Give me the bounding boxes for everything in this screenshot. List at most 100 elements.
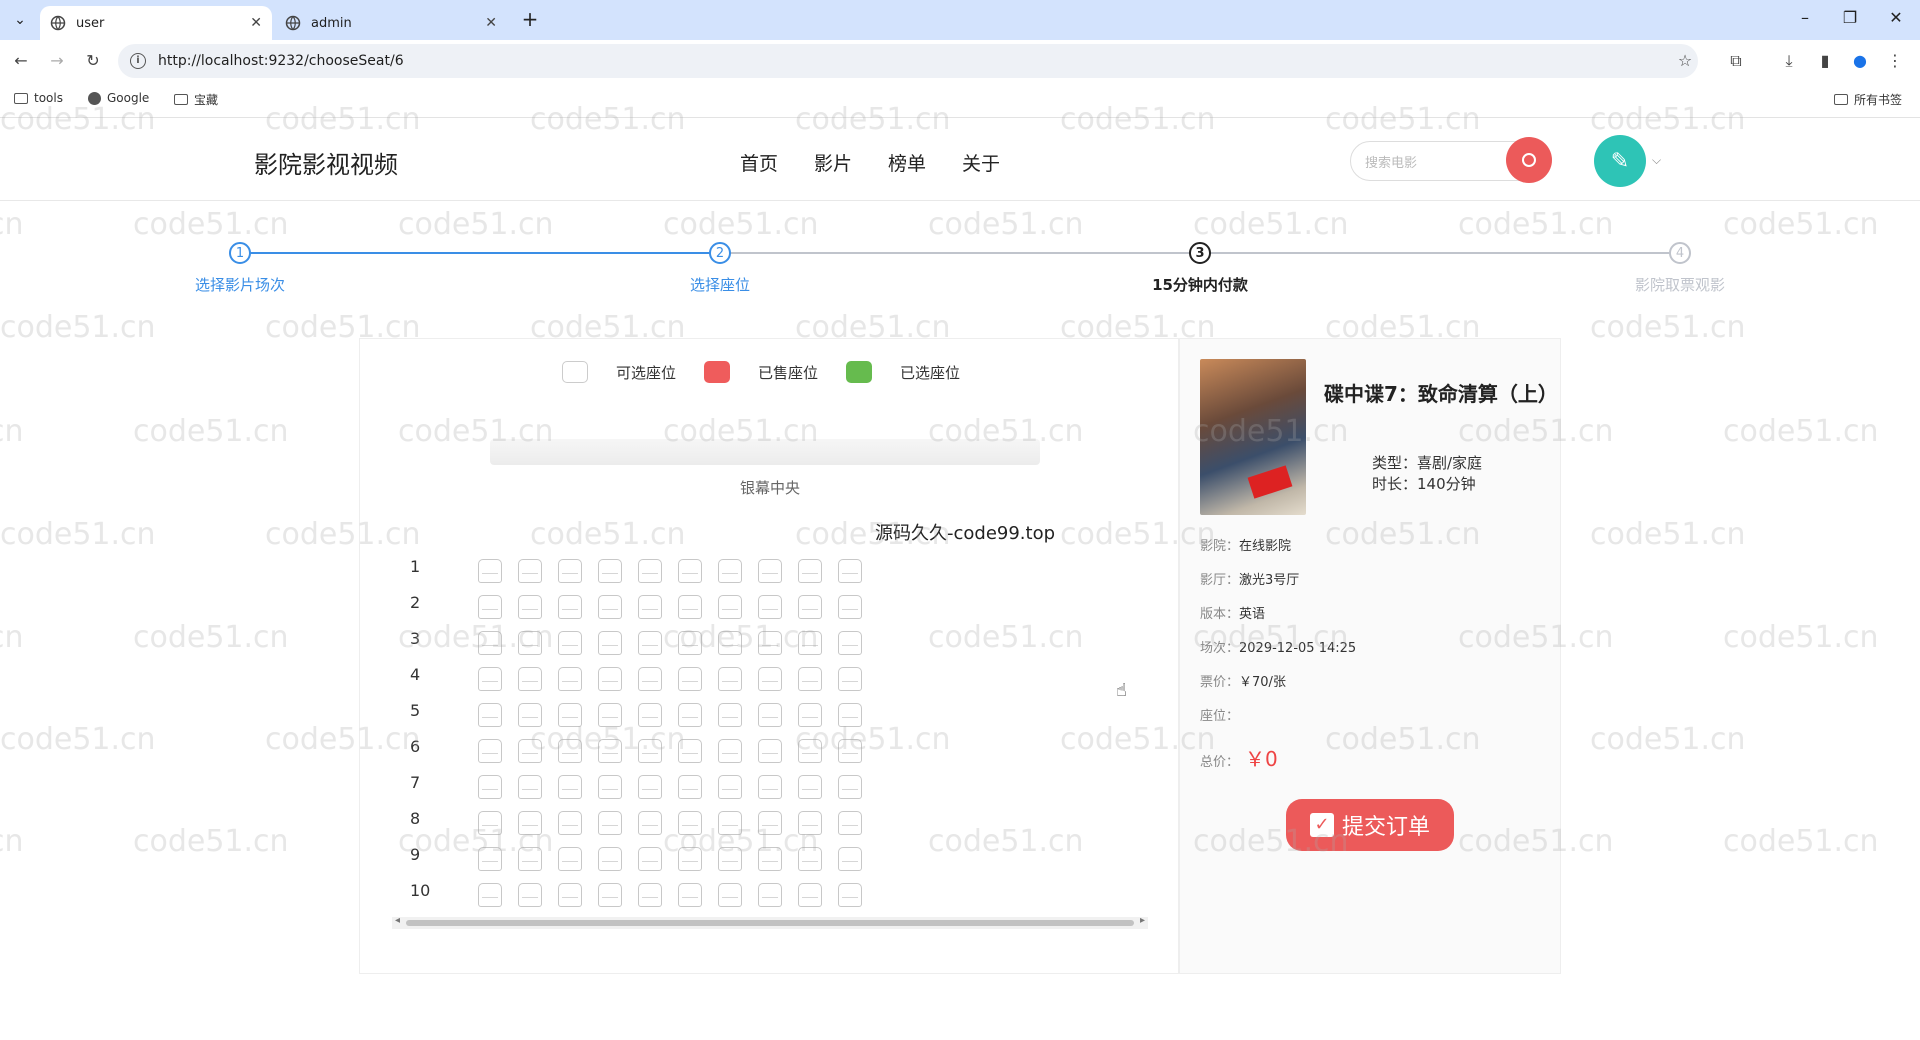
bookmark-google[interactable]: Google [88,91,149,105]
nav-ranking[interactable]: 榜单 [888,149,926,176]
seat-icon[interactable] [518,559,542,583]
seat-icon[interactable] [758,667,782,691]
seat-icon[interactable] [718,775,742,799]
seat-icon[interactable] [718,631,742,655]
seat-icon[interactable] [478,703,502,727]
submit-order-button[interactable]: ✓ 提交订单 [1286,799,1454,851]
seat-icon[interactable] [598,595,622,619]
seat-icon[interactable] [758,775,782,799]
seat-icon[interactable] [518,811,542,835]
seat-icon[interactable] [638,631,662,655]
seat-icon[interactable] [518,595,542,619]
seat-icon[interactable] [638,559,662,583]
seat-icon[interactable] [598,811,622,835]
seat-icon[interactable] [798,595,822,619]
seat-icon[interactable] [758,559,782,583]
address-bar[interactable]: i http://localhost:9232/chooseSeat/6 [118,44,1698,78]
seat-icon[interactable] [558,631,582,655]
seat-icon[interactable] [518,847,542,871]
seat-icon[interactable] [798,775,822,799]
seat-icon[interactable] [518,667,542,691]
seat-icon[interactable] [478,847,502,871]
new-tab-icon[interactable]: + [518,8,542,32]
seat-icon[interactable] [838,667,862,691]
scroll-right-icon[interactable]: ▸ [1140,915,1145,926]
seat-icon[interactable] [598,739,622,763]
seat-icon[interactable] [518,631,542,655]
seat-icon[interactable] [598,775,622,799]
seat-icon[interactable] [478,631,502,655]
seat-icon[interactable] [718,739,742,763]
seat-icon[interactable] [838,595,862,619]
download-icon[interactable]: ⤓ [1778,50,1800,72]
seat-icon[interactable] [558,775,582,799]
seat-icon[interactable] [478,883,502,907]
tab-admin[interactable]: admin ✕ [275,6,507,40]
seat-icon[interactable] [598,883,622,907]
seat-icon[interactable] [638,847,662,871]
bookmark-treasure[interactable]: 宝藏 [174,91,218,108]
seat-icon[interactable] [678,631,702,655]
seat-icon[interactable] [838,883,862,907]
seat-icon[interactable] [718,883,742,907]
seat-icon[interactable] [558,595,582,619]
nav-movies[interactable]: 影片 [814,149,852,176]
seat-icon[interactable] [678,775,702,799]
seat-icon[interactable] [558,811,582,835]
menu-kebab-icon[interactable]: ⋮ [1884,50,1906,72]
seat-icon[interactable] [838,847,862,871]
seat-icon[interactable] [798,883,822,907]
extensions-icon[interactable]: ⧉ [1725,50,1747,72]
seat-icon[interactable] [518,883,542,907]
seat-icon[interactable] [798,847,822,871]
seat-icon[interactable] [678,883,702,907]
seat-icon[interactable] [598,847,622,871]
seat-icon[interactable] [678,595,702,619]
seat-icon[interactable] [758,703,782,727]
profile-icon[interactable]: ● [1849,50,1871,72]
seat-icon[interactable] [758,595,782,619]
reload-icon[interactable]: ↻ [82,50,104,72]
seat-icon[interactable] [798,631,822,655]
seat-icon[interactable] [478,595,502,619]
seat-icon[interactable] [558,667,582,691]
tab-search-chevron-icon[interactable]: ⌄ [6,8,34,32]
seat-icon[interactable] [678,667,702,691]
seat-icon[interactable] [758,739,782,763]
seat-icon[interactable] [798,703,822,727]
scroll-left-icon[interactable]: ◂ [395,915,400,926]
seat-icon[interactable] [518,703,542,727]
seat-icon[interactable] [798,559,822,583]
seat-icon[interactable] [758,883,782,907]
seat-icon[interactable] [678,703,702,727]
seat-icon[interactable] [838,559,862,583]
back-icon[interactable]: ← [10,50,32,72]
seat-icon[interactable] [558,559,582,583]
seat-icon[interactable] [478,811,502,835]
bookmark-tools[interactable]: tools [14,91,63,105]
seat-icon[interactable] [638,703,662,727]
seat-icon[interactable] [558,739,582,763]
seat-icon[interactable] [758,847,782,871]
seat-icon[interactable] [598,667,622,691]
seat-icon[interactable] [478,775,502,799]
all-bookmarks[interactable]: 所有书签 [1834,91,1902,108]
seat-icon[interactable] [478,667,502,691]
seat-icon[interactable] [478,559,502,583]
seat-icon[interactable] [678,559,702,583]
minimize-icon[interactable]: – [1793,8,1817,27]
seat-icon[interactable] [598,703,622,727]
seat-icon[interactable] [638,595,662,619]
seat-icon[interactable] [638,739,662,763]
seat-icon[interactable] [718,667,742,691]
horizontal-scrollbar[interactable]: ◂ ▸ [392,915,1148,929]
seat-icon[interactable] [718,559,742,583]
seat-icon[interactable] [678,811,702,835]
scroll-thumb[interactable] [406,920,1134,926]
seat-icon[interactable] [798,667,822,691]
seat-icon[interactable] [758,811,782,835]
search-button[interactable] [1506,137,1552,183]
seat-icon[interactable] [718,811,742,835]
seat-icon[interactable] [798,811,822,835]
seat-icon[interactable] [838,631,862,655]
